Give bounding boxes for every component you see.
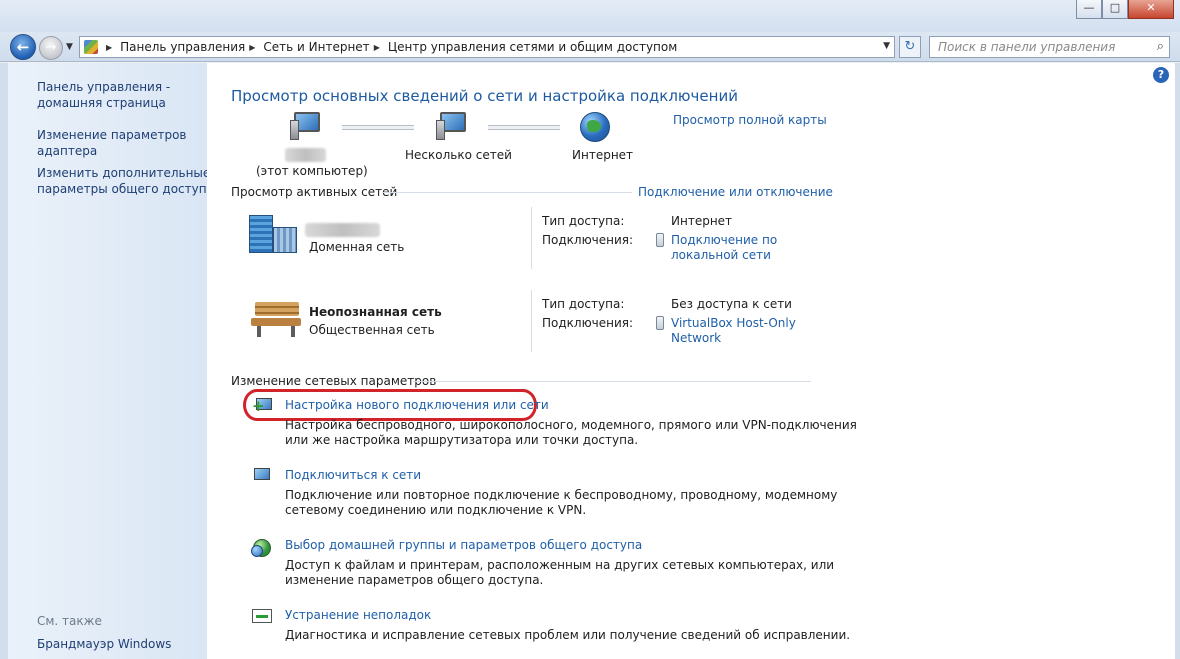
task-description: Доступ к файлам и принтерам, расположенн…: [285, 558, 835, 587]
recent-pages-dropdown-icon[interactable]: ▼: [66, 42, 73, 52]
connect-network-icon: [250, 466, 272, 486]
network-type: Доменная сеть: [309, 240, 405, 254]
multiple-networks-label: Несколько сетей: [405, 148, 512, 162]
access-type-value: Интернет: [671, 214, 733, 228]
sidebar-item-sharing-settings[interactable]: Изменить дополнительные параметры общего…: [37, 165, 214, 197]
map-connection-line: [342, 125, 414, 130]
network-adapter-icon: [656, 316, 664, 330]
multiple-networks-icon[interactable]: [436, 112, 468, 140]
connect-disconnect-link[interactable]: Подключение или отключение: [638, 185, 833, 199]
sidebar: Панель управления - домашняя страница Из…: [8, 63, 214, 659]
window-title-bar: — □ ✕: [0, 0, 1180, 32]
troubleshoot-icon: [250, 606, 272, 626]
back-button[interactable]: ←: [10, 34, 36, 60]
control-panel-icon: [84, 40, 98, 54]
search-icon[interactable]: ⌕: [1157, 39, 1164, 54]
close-button[interactable]: ✕: [1128, 0, 1174, 19]
sidebar-item-adapter-settings[interactable]: Изменение параметров адаптера: [37, 127, 187, 159]
connections-label: Подключения:: [542, 233, 634, 247]
navigation-bar: ← → ▼ ▶ Панель управления ▶ Сеть и Интер…: [0, 32, 1180, 62]
new-connection-icon: +: [252, 396, 274, 416]
task-link-connect[interactable]: Подключиться к сети: [285, 468, 421, 482]
redacted-computer-name: [285, 148, 326, 162]
task-link-troubleshoot[interactable]: Устранение неполадок: [285, 608, 431, 622]
connection-link-virtualbox[interactable]: VirtualBox Host-Only Network: [671, 316, 796, 346]
vertical-divider: [531, 290, 532, 352]
section-divider: [382, 192, 632, 193]
task-link-homegroup[interactable]: Выбор домашней группы и параметров общег…: [285, 538, 642, 552]
full-map-link[interactable]: Просмотр полной карты: [673, 113, 827, 127]
chevron-right-icon[interactable]: ▶: [249, 43, 255, 52]
address-dropdown-icon[interactable]: ▼: [883, 41, 890, 51]
access-type-label: Тип доступа:: [542, 297, 625, 311]
this-computer-label: (этот компьютер): [256, 164, 368, 178]
internet-label: Интернет: [572, 148, 634, 162]
network-name: Неопознанная сеть: [309, 305, 442, 319]
this-computer-icon[interactable]: [290, 112, 322, 140]
see-also-label: См. также: [37, 614, 102, 628]
refresh-button[interactable]: ↻: [899, 36, 921, 58]
task-description: Настройка беспроводного, широкополосного…: [285, 418, 857, 447]
breadcrumb-network-center[interactable]: Центр управления сетями и общим доступом: [388, 40, 677, 54]
maximize-button[interactable]: □: [1102, 0, 1128, 19]
breadcrumb-network-internet[interactable]: Сеть и Интернет: [263, 40, 369, 54]
homegroup-icon: [251, 537, 273, 557]
internet-globe-icon[interactable]: [580, 112, 610, 142]
window-controls: — □ ✕: [1076, 0, 1174, 19]
change-settings-header: Изменение сетевых параметров: [231, 374, 437, 388]
window-right-border: [1175, 63, 1180, 659]
redacted-network-name: [305, 223, 380, 237]
chevron-right-icon[interactable]: ▶: [106, 43, 112, 52]
connections-label: Подключения:: [542, 316, 634, 330]
connection-link-lan[interactable]: Подключение по локальной сети: [671, 233, 777, 263]
task-description: Диагностика и исправление сетевых пробле…: [285, 628, 851, 642]
network-adapter-icon: [656, 233, 664, 247]
task-description: Подключение или повторное подключение к …: [285, 488, 838, 517]
map-connection-line: [488, 125, 560, 130]
breadcrumb-control-panel[interactable]: Панель управления: [120, 40, 245, 54]
page-title: Просмотр основных сведений о сети и наст…: [231, 87, 738, 105]
chevron-right-icon[interactable]: ▶: [374, 43, 380, 52]
window-left-border: [0, 63, 8, 659]
network-type: Общественная сеть: [309, 323, 435, 337]
forward-button[interactable]: →: [39, 36, 63, 60]
active-networks-header: Просмотр активных сетей: [231, 185, 398, 199]
firewall-link[interactable]: Брандмауэр Windows: [37, 637, 171, 651]
address-bar[interactable]: ▶ Панель управления ▶ Сеть и Интернет ▶ …: [79, 36, 895, 58]
search-placeholder: Поиск в панели управления: [938, 40, 1116, 54]
search-input[interactable]: Поиск в панели управления ⌕: [929, 36, 1170, 58]
vertical-divider: [531, 207, 532, 269]
public-network-bench-icon: [251, 300, 301, 338]
section-divider: [413, 381, 811, 382]
task-link-new-connection[interactable]: Настройка нового подключения или сети: [285, 398, 549, 412]
access-type-label: Тип доступа:: [542, 214, 625, 228]
help-icon[interactable]: ?: [1153, 67, 1169, 83]
minimize-button[interactable]: —: [1076, 0, 1102, 19]
sidebar-item-home[interactable]: Панель управления - домашняя страница: [37, 79, 170, 111]
domain-network-icon: [249, 215, 297, 255]
access-type-value: Без доступа к сети: [671, 297, 792, 311]
